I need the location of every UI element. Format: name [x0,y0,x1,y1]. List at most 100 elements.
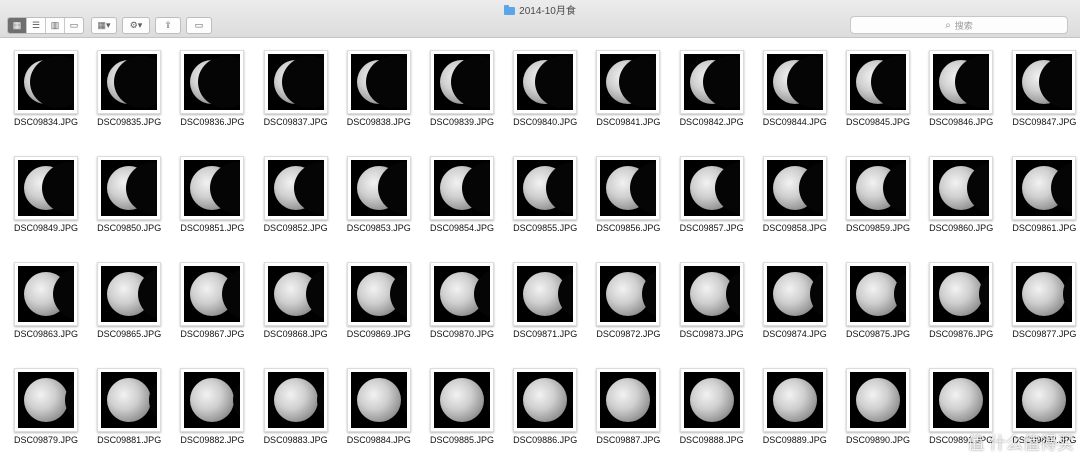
file-item[interactable]: DSC09841.JPG [586,42,670,142]
file-item[interactable]: DSC09885.JPG [420,360,504,460]
file-item[interactable]: DSC09855.JPG [503,148,587,248]
file-item[interactable]: DSC09874.JPG [753,254,837,354]
file-item[interactable]: DSC09881.JPG [87,360,171,460]
file-thumbnail[interactable] [513,262,578,326]
file-item[interactable]: DSC09872.JPG [586,254,670,354]
file-item[interactable]: DSC09883.JPG [254,360,338,460]
file-item[interactable]: DSC09859.JPG [836,148,920,248]
file-item[interactable]: DSC09884.JPG [337,360,421,460]
file-thumbnail[interactable] [1012,50,1077,114]
file-item[interactable]: DSC09847.JPG [1002,42,1080,142]
file-thumbnail[interactable] [97,156,162,220]
file-item[interactable]: DSC09845.JPG [836,42,920,142]
file-item[interactable]: DSC09888.JPG [670,360,754,460]
file-item[interactable]: DSC09849.JPG [4,148,88,248]
file-item[interactable]: DSC09886.JPG [503,360,587,460]
file-thumbnail[interactable] [596,156,661,220]
file-thumbnail[interactable] [430,156,494,220]
file-thumbnail[interactable] [97,50,162,114]
file-item[interactable]: DSC09846.JPG [919,42,1003,142]
file-item[interactable]: DSC09871.JPG [503,254,587,354]
file-item[interactable]: DSC09839.JPG [420,42,504,142]
file-item[interactable]: DSC09861.JPG [1002,148,1080,248]
file-item[interactable]: DSC09869.JPG [337,254,421,354]
file-item[interactable]: DSC09852.JPG [254,148,338,248]
file-thumbnail[interactable] [430,368,494,432]
file-thumbnail[interactable] [762,156,827,220]
file-thumbnail[interactable] [846,262,910,326]
file-item[interactable]: DSC09850.JPG [87,148,171,248]
file-thumbnail[interactable] [180,156,245,220]
action-button[interactable]: ⚙▾ [122,17,150,34]
file-thumbnail[interactable] [346,368,411,432]
file-thumbnail[interactable] [180,262,245,326]
file-item[interactable]: DSC09875.JPG [836,254,920,354]
file-thumbnail[interactable] [14,50,78,114]
file-item[interactable]: DSC09882.JPG [170,360,254,460]
file-thumbnail[interactable] [762,50,827,114]
file-thumbnail[interactable] [596,368,661,432]
file-item[interactable]: DSC09835.JPG [87,42,171,142]
file-thumbnail[interactable] [263,262,328,326]
file-item[interactable]: DSC09837.JPG [254,42,338,142]
file-thumbnail[interactable] [762,368,827,432]
file-thumbnail[interactable] [929,368,994,432]
file-item[interactable]: DSC09854.JPG [420,148,504,248]
file-item[interactable]: DSC09842.JPG [670,42,754,142]
file-thumbnail[interactable] [430,50,494,114]
file-item[interactable]: DSC09856.JPG [586,148,670,248]
file-item[interactable]: DSC09858.JPG [753,148,837,248]
file-item[interactable]: DSC09834.JPG [4,42,88,142]
file-thumbnail[interactable] [97,262,162,326]
file-thumbnail[interactable] [1012,368,1077,432]
file-thumbnail[interactable] [346,262,411,326]
file-thumbnail[interactable] [1012,262,1077,326]
file-item[interactable]: DSC09836.JPG [170,42,254,142]
coverflow-view-button[interactable]: ▭ [65,18,83,33]
file-item[interactable]: DSC09863.JPG [4,254,88,354]
file-thumbnail[interactable] [263,50,328,114]
file-thumbnail[interactable] [679,50,744,114]
file-thumbnail[interactable] [846,368,910,432]
file-thumbnail[interactable] [14,368,78,432]
file-item[interactable]: DSC09853.JPG [337,148,421,248]
list-view-button[interactable]: ☰ [27,18,46,33]
file-item[interactable]: DSC09857.JPG [670,148,754,248]
file-item[interactable]: DSC09889.JPG [753,360,837,460]
icon-view-button[interactable]: ▦ [8,18,27,33]
tags-button[interactable]: ▭ [186,17,212,34]
file-item[interactable]: DSC09840.JPG [503,42,587,142]
file-thumbnail[interactable] [97,368,162,432]
file-thumbnail[interactable] [846,50,910,114]
file-thumbnail[interactable] [513,368,578,432]
file-item[interactable]: DSC09860.JPG [919,148,1003,248]
file-thumbnail[interactable] [346,156,411,220]
file-thumbnail[interactable] [513,156,578,220]
file-thumbnail[interactable] [679,368,744,432]
file-thumbnail[interactable] [180,50,245,114]
file-thumbnail[interactable] [679,156,744,220]
file-thumbnail[interactable] [346,50,411,114]
file-item[interactable]: DSC09867.JPG [170,254,254,354]
file-thumbnail[interactable] [929,262,994,326]
file-thumbnail[interactable] [846,156,910,220]
file-item[interactable]: DSC09868.JPG [254,254,338,354]
file-item[interactable]: DSC09851.JPG [170,148,254,248]
file-thumbnail[interactable] [180,368,245,432]
file-thumbnail[interactable] [513,50,578,114]
column-view-button[interactable]: ▥ [46,18,65,33]
file-thumbnail[interactable] [762,262,827,326]
file-thumbnail[interactable] [1012,156,1077,220]
file-item[interactable]: DSC09887.JPG [586,360,670,460]
file-thumbnail[interactable] [929,50,994,114]
file-thumbnail[interactable] [596,262,661,326]
file-item[interactable]: DSC09876.JPG [919,254,1003,354]
file-thumbnail[interactable] [14,156,78,220]
file-item[interactable]: DSC09873.JPG [670,254,754,354]
arrange-button[interactable]: ▦▾ [91,17,117,34]
file-thumbnail[interactable] [263,156,328,220]
file-item[interactable]: DSC09844.JPG [753,42,837,142]
file-thumbnail[interactable] [929,156,994,220]
file-thumbnail[interactable] [596,50,661,114]
file-item[interactable]: DSC09865.JPG [87,254,171,354]
